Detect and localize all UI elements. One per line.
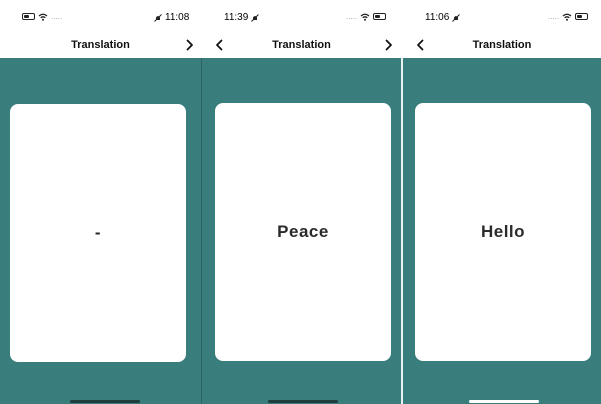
signal-dots: ..... [51,12,63,21]
navigation-bar: Translation [202,34,401,58]
battery-icon [575,13,589,20]
chevron-right-icon [385,39,392,51]
forward-button[interactable] [183,37,197,53]
bell-slash-icon [452,13,461,22]
home-indicator [70,400,140,403]
nav-title: Translation [71,39,130,51]
battery-icon [373,13,387,20]
status-time: 11:39 [224,12,249,23]
status-bar: 11:39 ..... [202,0,401,34]
nav-title: Translation [472,39,532,51]
chevron-right-icon [186,39,193,51]
battery-icon [22,13,35,20]
screen-3: 11:06 ..... Translation Hello [403,0,601,404]
status-right: 11:08 [154,12,189,23]
screen-1: ..... 11:08 Translation - [0,0,201,404]
content-area: - [0,58,201,404]
status-left: 11:39 [224,12,260,23]
status-right: ..... [548,12,589,21]
wifi-icon [38,13,48,21]
signal-dots: ..... [346,12,358,21]
card-text: Hello [480,222,526,241]
status-time: 11:08 [165,12,190,23]
status-left: ..... [22,12,62,21]
bell-slash-icon [251,13,260,22]
status-right: ..... [346,12,387,21]
status-bar: ..... 11:08 [0,0,201,34]
card-text: - [94,223,102,242]
nav-title: Translation [272,39,331,51]
screen-2: 11:39 ..... Translation Peace [202,0,401,404]
card-text: Peace [277,222,329,241]
forward-button[interactable] [382,37,396,53]
bell-slash-icon [154,13,162,22]
status-left: 11:06 [425,12,461,23]
navigation-bar: Translation [403,34,601,58]
status-bar: 11:06 ..... [403,0,601,34]
home-indicator [268,400,338,403]
content-area: Peace [202,58,401,404]
screen-divider [201,58,202,404]
signal-dots: ..... [548,12,560,21]
content-area: Hello [403,58,601,404]
wifi-icon [562,13,572,21]
status-time: 11:06 [425,12,450,23]
navigation-bar: Translation [0,34,201,58]
screen-divider [401,58,403,404]
home-indicator [469,400,539,403]
wifi-icon [360,13,370,21]
flashcard[interactable]: Hello [415,103,591,361]
flashcard[interactable]: - [10,104,186,362]
flashcard[interactable]: Peace [215,103,391,361]
